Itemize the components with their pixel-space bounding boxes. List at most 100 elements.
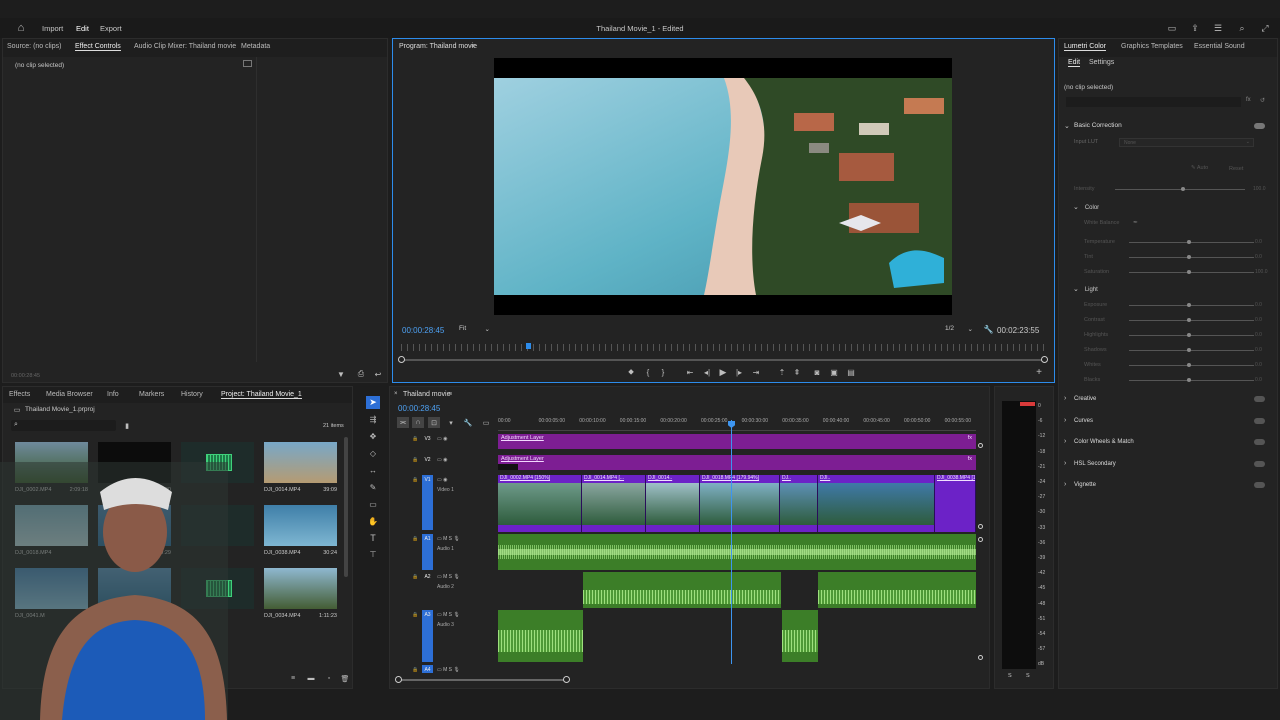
audio-2-clip-a[interactable] (583, 572, 781, 608)
play-icon[interactable]: ▶ (718, 367, 728, 377)
panel-menu-icon[interactable]: ≡ (446, 390, 454, 398)
return-icon[interactable]: ↩ (372, 369, 384, 379)
slider-knob[interactable] (1181, 187, 1185, 191)
lock-icon[interactable]: 🔒 (412, 536, 418, 542)
section-toggle[interactable] (1254, 460, 1265, 467)
scroll-handle-left[interactable] (398, 356, 405, 363)
tab-metadata[interactable]: Metadata (241, 43, 270, 50)
playback-ruler[interactable] (401, 344, 1047, 351)
video-clip[interactable]: DJ.. (780, 475, 818, 532)
adjustment-slider[interactable] (1129, 255, 1254, 259)
tab-info[interactable]: Info (107, 391, 119, 398)
slider-value[interactable]: 0.0 (1255, 254, 1262, 260)
timeline-title[interactable]: Thailand movie (403, 391, 450, 398)
edit-tab[interactable]: Edit (76, 24, 89, 33)
black-video-clip[interactable] (498, 464, 518, 470)
slider-value[interactable]: 0.0 (1255, 362, 1262, 368)
video-clip[interactable]: DJI_0018.MP4 [179.94%] (700, 475, 780, 532)
adjustment-slider[interactable] (1129, 333, 1254, 337)
audio-2-clip-b[interactable] (818, 572, 976, 608)
track-id[interactable]: V1 (422, 475, 433, 530)
selection-tool-icon[interactable]: ➤ (366, 396, 380, 409)
mute-solo-icon[interactable]: ▭ M S 🎙 (437, 667, 460, 673)
type-tool-icon[interactable]: T (366, 532, 380, 544)
section-toggle[interactable] (1254, 439, 1265, 446)
light-section[interactable]: ⌄ Light (1073, 285, 1098, 293)
rectangle-tool-icon[interactable]: ▭ (366, 498, 380, 510)
timeline-scroll-handle[interactable] (395, 676, 402, 683)
timeline-close-icon[interactable]: × (394, 391, 398, 397)
resolution-select[interactable]: 1/2 ⌄ (945, 325, 973, 336)
trash-icon[interactable]: 🗑 (340, 674, 350, 683)
tab-source[interactable]: Source: (no clips) (7, 43, 61, 50)
step-back-icon[interactable]: ◂| (702, 367, 712, 377)
camera-icon[interactable]: ◙ (812, 367, 822, 377)
track-id[interactable]: A1 (422, 534, 433, 570)
project-item[interactable]: DJI_0034.MP4 1:11:23 (264, 568, 337, 624)
video-clip[interactable]: DJI_0014.MP4 [... (582, 475, 646, 532)
meter-solo-left[interactable]: S (1008, 673, 1012, 679)
project-item[interactable]: DJI_0014.MP4 39:09 (264, 442, 337, 498)
track-header-v1[interactable]: 🔒 V1 ▭ ◉ Video 1 (410, 475, 498, 530)
lock-icon[interactable]: 🔒 (412, 667, 418, 673)
track-id[interactable]: V2 (422, 455, 433, 470)
program-timecode[interactable]: 00:00:28:45 (402, 326, 444, 335)
track-select-tool-icon[interactable]: ⇶ (366, 413, 380, 425)
clip-select[interactable] (1066, 97, 1241, 107)
workspace-icon[interactable]: ▭ (1166, 22, 1178, 34)
lumetri-section[interactable]: › Creative (1064, 395, 1264, 405)
lumetri-section[interactable]: › HSL Secondary (1064, 460, 1264, 470)
adjustment-layer-v3[interactable]: Adjustment Layer fx (498, 434, 976, 449)
tab-project[interactable]: Project: Thailand Movie_1 (221, 391, 302, 399)
meter-solo-right[interactable]: S (1026, 673, 1030, 679)
audio-1-clip[interactable] (498, 534, 976, 570)
section-toggle[interactable] (1254, 482, 1265, 489)
track-id[interactable]: V3 (422, 434, 433, 449)
slider-knob[interactable] (1187, 333, 1191, 337)
tab-edit[interactable]: Edit (1068, 59, 1081, 67)
slider-knob[interactable] (1187, 318, 1191, 322)
toggle-output-icon[interactable]: ▭ ◉ (437, 477, 447, 483)
intensity-value[interactable]: 100.0 (1253, 186, 1266, 192)
slider-value[interactable]: 0.0 (1255, 239, 1262, 245)
scroll-handle-right[interactable] (1041, 356, 1048, 363)
marker-icon[interactable]: ⬥ (626, 367, 636, 377)
fx-toggle-icon[interactable]: fx (1246, 97, 1251, 103)
zoom-scrollbar[interactable] (401, 359, 1047, 361)
track-header-a3[interactable]: 🔒 A3 ▭ M S 🎙 Audio 3 (410, 610, 498, 662)
tab-essential-sound[interactable]: Essential Sound (1194, 43, 1245, 50)
search-field[interactable]: ⌕ (11, 420, 116, 431)
lock-icon[interactable]: 🔒 (412, 436, 418, 442)
new-bin-icon[interactable]: ▮ (122, 421, 132, 430)
track-header-a2[interactable]: 🔒 A2 ▭ M S 🎙 Audio 2 (410, 572, 498, 608)
tab-media-browser[interactable]: Media Browser (46, 391, 93, 398)
vertical-scroll-handle[interactable] (978, 655, 983, 660)
go-to-in-icon[interactable]: ⇤ (685, 367, 695, 377)
caption-tool-icon[interactable]: ⊤ (366, 548, 380, 560)
hand-tool-icon[interactable]: ✋ (366, 515, 380, 527)
export-frame-icon[interactable]: ⎙ (355, 369, 367, 379)
project-scrollbar[interactable] (344, 437, 348, 577)
basic-correction-toggle[interactable] (1254, 123, 1265, 129)
slider-value[interactable]: 0.0 (1255, 317, 1262, 323)
section-toggle[interactable] (1254, 396, 1265, 402)
panel-toggle-icon[interactable] (243, 60, 252, 67)
menu-icon[interactable]: ☰ (1212, 22, 1224, 34)
audio-3-clip-b[interactable] (782, 610, 818, 662)
program-title[interactable]: Program: Thailand movie (399, 43, 477, 50)
adjustment-slider[interactable] (1129, 348, 1254, 352)
video-clip[interactable]: DJI_0014.. (646, 475, 700, 532)
tab-graphics-templates[interactable]: Graphics Templates (1121, 43, 1183, 50)
marker-icon[interactable]: ▾ (446, 417, 456, 428)
tab-effects[interactable]: Effects (9, 391, 30, 398)
link-icon[interactable]: ∩ (412, 417, 424, 428)
slider-value[interactable]: 0.0 (1255, 332, 1262, 338)
tab-audio-clip-mixer[interactable]: Audio Clip Mixer: Thailand movie (134, 43, 236, 50)
timeline-timecode[interactable]: 00:00:28:45 (398, 404, 440, 413)
track-header-v3[interactable]: 🔒 V3 ▭ ◉ (410, 434, 498, 449)
auto-button[interactable]: ✎ Auto (1191, 165, 1208, 171)
step-forward-icon[interactable]: |▸ (734, 367, 744, 377)
video-clip[interactable]: DJI.. (818, 475, 935, 532)
mute-solo-icon[interactable]: ▭ M S 🎙 (437, 536, 460, 542)
track-id[interactable]: A3 (422, 610, 433, 662)
